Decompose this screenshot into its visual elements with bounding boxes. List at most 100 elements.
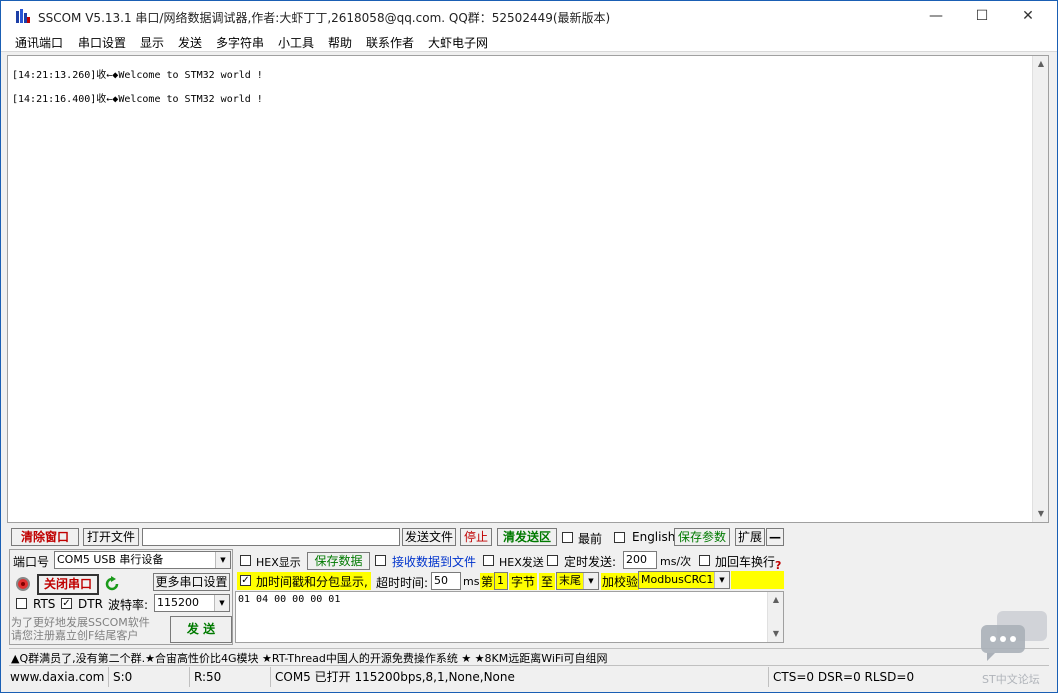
timeout-unit: ms <box>463 575 480 588</box>
hex-display-checkbox[interactable] <box>240 555 251 566</box>
collapse-button[interactable]: — <box>766 528 784 546</box>
checksum-select[interactable]: ModbusCRC16 ▼ <box>638 571 730 589</box>
topmost-checkbox[interactable] <box>562 532 573 543</box>
status-port-info: COM5 已打开 115200bps,8,1,None,None <box>272 667 769 687</box>
hex-display-label: HEX显示 <box>256 556 301 569</box>
chevron-down-icon[interactable]: ▼ <box>214 595 229 611</box>
open-file-button[interactable]: 打开文件 <box>83 528 139 546</box>
english-label: English <box>632 530 676 544</box>
chat-watermark-icon <box>981 611 1047 661</box>
send-content: 01 04 00 00 00 01 <box>238 594 341 605</box>
status-website[interactable]: www.daxia.com <box>7 667 109 687</box>
status-sent: S:0 <box>110 667 190 687</box>
window-title: SSCOM V5.13.1 串口/网络数据调试器,作者:大虾丁丁,2618058… <box>38 11 611 25</box>
menu-help[interactable]: 帮助 <box>328 34 352 51</box>
title-bar: SSCOM V5.13.1 串口/网络数据调试器,作者:大虾丁丁,2618058… <box>1 1 1057 31</box>
save-data-button[interactable]: 保存数据 <box>307 552 370 570</box>
timestamp-checkbox[interactable]: ✓ <box>240 575 251 586</box>
dtr-checkbox[interactable]: ✓ <box>61 598 72 609</box>
status-lines: CTS=0 DSR=0 RLSD=0 <box>773 670 915 684</box>
receive-area[interactable]: [14:21:13.260]收←◆Welcome to STM32 world … <box>7 55 1049 523</box>
recv-to-file-checkbox[interactable] <box>375 555 386 566</box>
chevron-down-icon[interactable]: ▼ <box>583 573 598 589</box>
save-params-button[interactable]: 保存参数 <box>674 528 730 546</box>
timestamp-label: 加时间戳和分包显示, <box>256 575 368 589</box>
add-crlf-label: 加回车换行 <box>715 555 776 569</box>
receive-line: [14:21:13.260]收←◆Welcome to STM32 world … <box>12 70 263 81</box>
checksum-label: 加校验 <box>601 573 640 590</box>
timed-send-label: 定时发送: <box>564 555 617 569</box>
register-promo[interactable]: 为了更好地发展SSCOM软件 请您注册嘉立创F结尾客户 <box>11 616 150 642</box>
send-file-button[interactable]: 发送文件 <box>402 528 456 546</box>
timeout-input[interactable]: 50 <box>431 572 461 590</box>
promo-bar[interactable]: ▲Q群满员了,没有第二个群.★合宙高性价比4G模块 ★RT-Thread中国人的… <box>9 648 1049 666</box>
topmost-label: 最前 <box>578 532 603 546</box>
scroll-down-icon[interactable]: ▼ <box>1033 506 1049 522</box>
chevron-down-icon[interactable]: ▼ <box>215 552 230 568</box>
byte-index-input[interactable]: 1 <box>494 572 508 590</box>
baud-value: 115200 <box>157 596 199 609</box>
menu-comm-port[interactable]: 通讯端口 <box>15 34 63 51</box>
end-value: 末尾 <box>559 574 581 587</box>
send-textarea[interactable]: 01 04 00 00 00 01 ▲ ▼ <box>235 591 784 643</box>
baud-select[interactable]: 115200 ▼ <box>154 594 230 612</box>
baud-label: 波特率: <box>108 598 149 612</box>
scroll-down-icon[interactable]: ▼ <box>768 626 784 642</box>
add-crlf-checkbox[interactable] <box>699 555 710 566</box>
clear-window-button[interactable]: 清除窗口 <box>11 528 79 546</box>
chevron-down-icon[interactable]: ▼ <box>714 572 729 588</box>
hex-send-label: HEX发送 <box>499 556 544 569</box>
interval-unit: ms/次 <box>660 555 692 568</box>
dtr-label: DTR <box>78 597 103 611</box>
port-label: 端口号 <box>13 555 50 569</box>
port-select[interactable]: COM5 USB 串行设备 ▼ <box>54 551 231 569</box>
refresh-icon[interactable] <box>104 576 120 592</box>
help-mark[interactable]: ? <box>775 559 781 572</box>
checksum-result <box>731 571 784 589</box>
minimize-button[interactable]: — <box>913 1 959 31</box>
byte-unit-label: 字节 <box>509 573 538 590</box>
watermark-text: ST中文论坛 <box>982 673 1040 686</box>
receive-scrollbar[interactable]: ▲ ▼ <box>1032 56 1048 522</box>
port-value: COM5 USB 串行设备 <box>57 553 164 566</box>
menu-contact-author[interactable]: 联系作者 <box>366 34 414 51</box>
port-status-icon <box>16 577 30 591</box>
stop-button[interactable]: 停止 <box>460 528 492 546</box>
promo-text: ▲Q群满员了,没有第二个群.★合宙高性价比4G模块 ★RT-Thread中国人的… <box>11 652 608 665</box>
scroll-up-icon[interactable]: ▲ <box>1033 56 1049 72</box>
close-button[interactable]: ✕ <box>1005 1 1051 31</box>
english-checkbox[interactable] <box>614 532 625 543</box>
timed-send-checkbox[interactable] <box>547 555 558 566</box>
send-scrollbar[interactable]: ▲ ▼ <box>767 592 783 642</box>
interval-input[interactable]: 200 <box>623 551 657 569</box>
menu-multi-string[interactable]: 多字符串 <box>216 34 264 51</box>
rts-label: RTS <box>33 597 56 611</box>
file-path-input[interactable] <box>142 528 400 546</box>
recv-to-file-label: 接收数据到文件 <box>392 555 477 569</box>
close-port-button[interactable]: 关闭串口 <box>37 574 99 595</box>
more-settings-button[interactable]: 更多串口设置 <box>153 573 230 591</box>
timeout-label: 超时时间: <box>376 576 429 590</box>
menu-tools[interactable]: 小工具 <box>278 34 314 51</box>
send-button[interactable]: 发 送 <box>170 616 232 643</box>
to-label: 至 <box>539 573 556 590</box>
status-bar: www.daxia.com S:0 R:50 COM5 已打开 115200bp… <box>7 667 1053 687</box>
end-select[interactable]: 末尾 ▼ <box>556 572 599 590</box>
menu-bar: 通讯端口 串口设置 显示 发送 多字符串 小工具 帮助 联系作者 大虾电子网 <box>1 31 1057 52</box>
hex-send-checkbox[interactable] <box>483 555 494 566</box>
maximize-button[interactable]: ☐ <box>959 1 1005 31</box>
main-window: SSCOM V5.13.1 串口/网络数据调试器,作者:大虾丁丁,2618058… <box>0 0 1058 693</box>
menu-daxia-site[interactable]: 大虾电子网 <box>428 34 488 51</box>
app-icon <box>16 9 30 23</box>
receive-line: [14:21:16.400]收←◆Welcome to STM32 world … <box>12 94 263 105</box>
status-received: R:50 <box>191 667 271 687</box>
menu-serial-settings[interactable]: 串口设置 <box>78 34 126 51</box>
checksum-value: ModbusCRC16 <box>641 573 721 586</box>
expand-button[interactable]: 扩展 <box>735 528 765 546</box>
menu-send[interactable]: 发送 <box>178 34 202 51</box>
rts-checkbox[interactable] <box>16 598 27 609</box>
scroll-up-icon[interactable]: ▲ <box>768 592 784 608</box>
menu-display[interactable]: 显示 <box>140 34 164 51</box>
clear-send-button[interactable]: 清发送区 <box>497 528 557 546</box>
nth-label: 第 <box>480 573 495 590</box>
